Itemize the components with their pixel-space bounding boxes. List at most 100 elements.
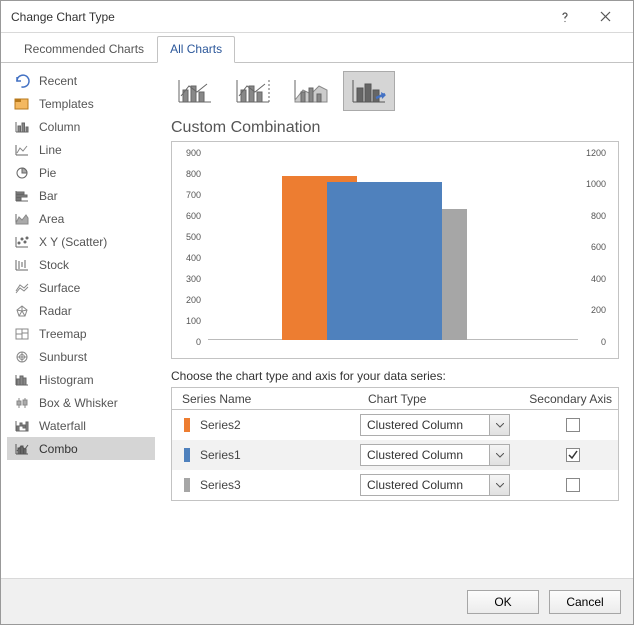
chart-bar-series1 <box>327 182 442 340</box>
series-row: Series1 Clustered Column <box>172 440 618 470</box>
left-axis-tick: 200 <box>186 295 201 305</box>
chevron-down-icon[interactable] <box>490 444 510 466</box>
histogram-chart-icon <box>13 373 31 387</box>
treemap-chart-icon <box>13 327 31 341</box>
titlebar: Change Chart Type <box>1 1 633 33</box>
series-row: Series3 Clustered Column <box>172 470 618 500</box>
left-axis-tick: 100 <box>186 316 201 326</box>
waterfall-chart-icon <box>13 419 31 433</box>
pie-chart-icon <box>13 166 31 180</box>
change-chart-type-dialog: Change Chart Type Recommended Charts All… <box>0 0 634 625</box>
window-title: Change Chart Type <box>11 10 545 24</box>
left-axis-tick: 0 <box>196 337 201 347</box>
sidebar-item-radar[interactable]: Radar <box>7 299 155 322</box>
sidebar-item-label: Histogram <box>39 373 94 387</box>
sidebar-item-stock[interactable]: Stock <box>7 253 155 276</box>
scatter-chart-icon <box>13 235 31 249</box>
sidebar-item-label: Bar <box>39 189 58 203</box>
subtype-clustered-column-line[interactable] <box>169 71 221 111</box>
left-axis-tick: 900 <box>186 148 201 158</box>
left-axis-tick: 700 <box>186 190 201 200</box>
sidebar-item-line[interactable]: Line <box>7 138 155 161</box>
right-axis-tick: 0 <box>601 337 606 347</box>
sidebar-item-surface[interactable]: Surface <box>7 276 155 299</box>
sidebar-item-recent[interactable]: Recent <box>7 69 155 92</box>
right-axis-tick: 400 <box>591 274 606 284</box>
ok-button[interactable]: OK <box>467 590 539 614</box>
sidebar-item-histogram[interactable]: Histogram <box>7 368 155 391</box>
cancel-button[interactable]: Cancel <box>549 590 621 614</box>
subtype-stacked-area-column[interactable] <box>285 71 337 111</box>
sidebar-item-label: Waterfall <box>39 419 86 433</box>
stock-chart-icon <box>13 258 31 272</box>
sidebar-item-label: Surface <box>39 281 80 295</box>
sidebar-item-scatter[interactable]: X Y (Scatter) <box>7 230 155 253</box>
sidebar-item-label: Combo <box>39 442 78 456</box>
right-axis-tick: 600 <box>591 242 606 252</box>
right-axis-tick: 1200 <box>586 148 606 158</box>
dialog-footer: OK Cancel <box>1 578 633 624</box>
subtype-custom-combination[interactable] <box>343 71 395 111</box>
instruction-text: Choose the chart type and axis for your … <box>161 367 627 387</box>
tabs: Recommended Charts All Charts <box>1 33 633 63</box>
sidebar-item-label: Box & Whisker <box>39 396 118 410</box>
sidebar-item-label: Templates <box>39 97 94 111</box>
sidebar-item-column[interactable]: Column <box>7 115 155 138</box>
box-whisker-icon <box>13 396 31 410</box>
chart-type-select[interactable]: Clustered Column <box>360 414 510 436</box>
line-chart-icon <box>13 143 31 157</box>
column-chart-icon <box>13 120 31 134</box>
close-button[interactable] <box>585 3 625 31</box>
area-chart-icon <box>13 212 31 226</box>
left-axis-tick: 500 <box>186 232 201 242</box>
secondary-axis-checkbox[interactable] <box>566 478 580 492</box>
chart-type-value: Clustered Column <box>360 444 490 466</box>
secondary-axis-cell <box>510 478 600 492</box>
sidebar-item-label: Stock <box>39 258 69 272</box>
chevron-down-icon[interactable] <box>490 474 510 496</box>
sidebar-item-pie[interactable]: Pie <box>7 161 155 184</box>
combo-chart-icon <box>13 442 31 456</box>
left-axis-tick: 600 <box>186 211 201 221</box>
header-secondary-axis: Secondary Axis <box>528 392 618 406</box>
sidebar-item-sunburst[interactable]: Sunburst <box>7 345 155 368</box>
sidebar-item-waterfall[interactable]: Waterfall <box>7 414 155 437</box>
recent-icon <box>13 74 31 88</box>
series-swatch <box>184 478 190 492</box>
help-button[interactable] <box>545 3 585 31</box>
dialog-body: Recent Templates Column Line Pie Bar <box>1 63 633 578</box>
series-table-header: Series Name Chart Type Secondary Axis <box>172 388 618 410</box>
header-series-name: Series Name <box>172 392 362 406</box>
tab-recommended-charts[interactable]: Recommended Charts <box>11 36 157 63</box>
sidebar-item-treemap[interactable]: Treemap <box>7 322 155 345</box>
sidebar-item-combo[interactable]: Combo <box>7 437 155 460</box>
sidebar-item-label: Area <box>39 212 64 226</box>
sidebar-item-templates[interactable]: Templates <box>7 92 155 115</box>
right-axis-tick: 800 <box>591 211 606 221</box>
secondary-axis-checkbox[interactable] <box>566 448 580 462</box>
chart-type-select[interactable]: Clustered Column <box>360 444 510 466</box>
subtype-clustered-column-line-secondary[interactable] <box>227 71 279 111</box>
sidebar-item-label: Column <box>39 120 80 134</box>
left-axis-tick: 300 <box>186 274 201 284</box>
sidebar-item-label: Sunburst <box>39 350 87 364</box>
section-title: Custom Combination <box>161 119 627 141</box>
templates-icon <box>13 97 31 110</box>
chart-type-value: Clustered Column <box>360 474 490 496</box>
right-axis-tick: 1000 <box>586 179 606 189</box>
secondary-axis-cell <box>510 448 600 462</box>
sidebar-item-label: Treemap <box>39 327 87 341</box>
chart-type-select[interactable]: Clustered Column <box>360 474 510 496</box>
chart-preview: 900 800 700 600 500 400 300 200 100 0 12… <box>171 141 619 359</box>
sidebar-item-box-whisker[interactable]: Box & Whisker <box>7 391 155 414</box>
secondary-axis-cell <box>510 418 600 432</box>
sidebar-item-label: Pie <box>39 166 56 180</box>
left-axis-tick: 800 <box>186 169 201 179</box>
tab-all-charts[interactable]: All Charts <box>157 36 235 63</box>
sidebar-item-area[interactable]: Area <box>7 207 155 230</box>
chevron-down-icon[interactable] <box>490 414 510 436</box>
sidebar-item-bar[interactable]: Bar <box>7 184 155 207</box>
right-axis-tick: 200 <box>591 305 606 315</box>
series-row: Series2 Clustered Column <box>172 410 618 440</box>
secondary-axis-checkbox[interactable] <box>566 418 580 432</box>
